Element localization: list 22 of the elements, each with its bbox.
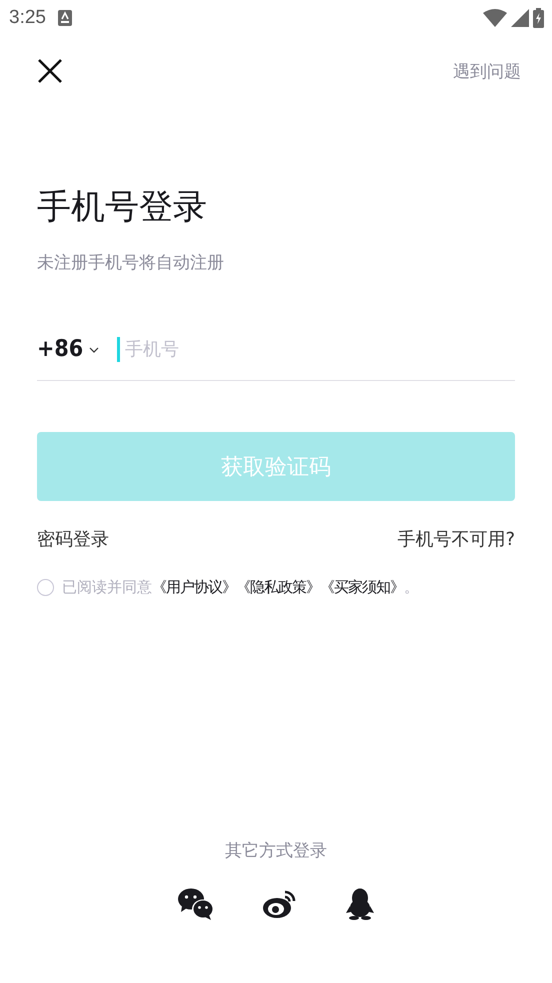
text-link[interactable]: 密码登录 [37,527,109,551]
page-title: 手机号登录 [37,187,208,227]
chevron-down-icon [89,347,100,353]
country-code-dropdown[interactable]: +86 [37,336,100,362]
agreement-checkbox[interactable] [37,579,54,596]
agreement-period: 。 [404,578,419,597]
text-link[interactable]: 手机号不可用? [397,527,515,551]
notification-icon [58,10,72,26]
close-button[interactable] [37,58,63,84]
eye-with-waves-icon[interactable] [262,888,298,920]
status-time: 3:25 [9,7,46,29]
document-link[interactable]: 《隐私政策》 [236,578,320,597]
signal-icon [511,9,529,27]
wifi-icon [483,9,507,27]
battery-icon [533,8,544,28]
document-link[interactable]: 《买家须知》 [320,578,404,597]
agreement-text: 已阅读并同意 [62,578,152,597]
penguin-icon[interactable] [346,888,374,920]
document-link[interactable]: 《用户协议》 [152,578,236,597]
other-login-label: 其它方式登录 [224,840,328,862]
subtitle-text: 未注册手机号将自动注册 [37,252,225,274]
chat-bubbles-icon[interactable] [178,888,214,920]
